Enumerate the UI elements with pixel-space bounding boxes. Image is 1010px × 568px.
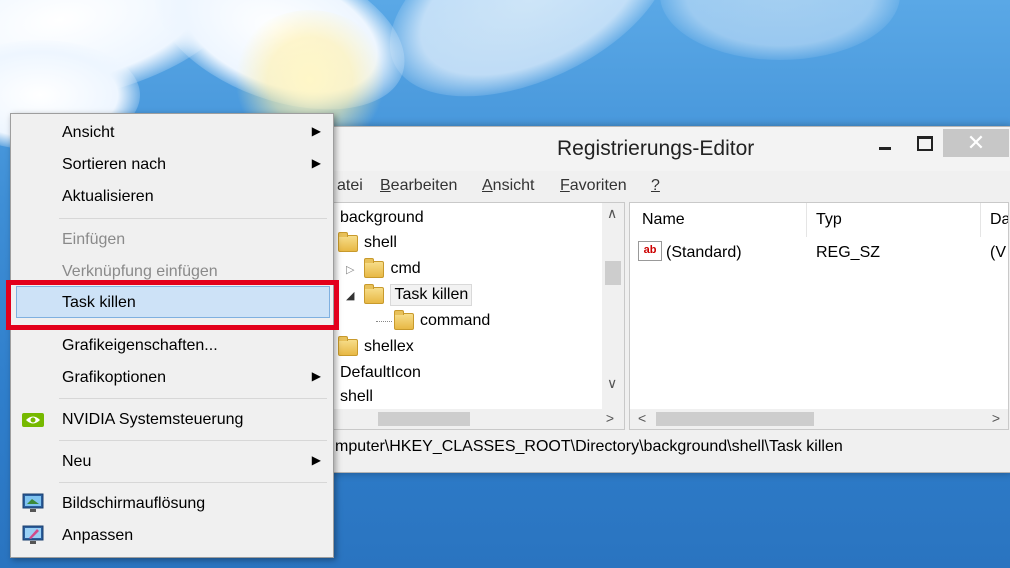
- menu-item-neu[interactable]: Neu ▶: [11, 448, 333, 476]
- tree-horizontal-scrollbar[interactable]: >: [322, 409, 624, 429]
- minimize-icon: [879, 146, 891, 150]
- close-button[interactable]: ✕: [943, 129, 1009, 157]
- tree-item-shellex[interactable]: shellex: [338, 335, 414, 359]
- column-header-type[interactable]: Typ: [816, 211, 842, 229]
- menu-item-einfuegen: Einfügen: [62, 231, 126, 248]
- maximize-icon: [917, 135, 933, 151]
- maximize-button[interactable]: [911, 129, 939, 157]
- scroll-down-icon[interactable]: ∨: [607, 375, 617, 392]
- menu-item-anpassen[interactable]: Anpassen: [11, 522, 333, 550]
- menu-item-ansicht[interactable]: Ansicht ▶: [11, 119, 333, 147]
- scroll-thumb[interactable]: [378, 412, 470, 426]
- menu-datei[interactable]: atei: [337, 177, 363, 195]
- menu-bearbeiten[interactable]: Bearbeiten: [380, 177, 457, 195]
- column-divider[interactable]: [980, 203, 981, 237]
- flower-petal: [360, 0, 700, 136]
- display-icon: [22, 493, 44, 512]
- menu-item-bildschirmaufloesung[interactable]: Bildschirmauflösung: [11, 490, 333, 518]
- submenu-arrow-icon: ▶: [311, 124, 321, 138]
- tree-item-shell[interactable]: shell: [340, 385, 373, 409]
- tree-item-cmd[interactable]: ▷ cmd: [346, 257, 421, 281]
- menu-item-grafikeigenschaften[interactable]: Grafikeigenschaften...: [11, 332, 333, 360]
- status-bar: mputer\HKEY_CLASSES_ROOT\Directory\backg…: [321, 433, 1010, 461]
- title-bar: Registrierungs-Editor ✕: [321, 127, 1010, 171]
- values-pane[interactable]: Name Typ Da ab (Standard) REG_SZ (V < >: [629, 202, 1009, 430]
- column-header-name[interactable]: Name: [642, 211, 685, 229]
- submenu-arrow-icon: ▶: [311, 369, 321, 383]
- registry-editor-window: Registrierungs-Editor ✕ atei Bearbeiten …: [320, 126, 1010, 473]
- menu-ansicht[interactable]: Ansicht: [482, 177, 534, 195]
- menu-separator: [59, 482, 327, 483]
- key-path: mputer\HKEY_CLASSES_ROOT\Directory\backg…: [335, 438, 843, 455]
- menu-item-sortieren-nach[interactable]: Sortieren nach ▶: [11, 151, 333, 179]
- tree-item-command[interactable]: command: [376, 309, 490, 333]
- scroll-right-icon[interactable]: >: [992, 410, 1000, 426]
- scroll-up-icon[interactable]: ∧: [607, 205, 617, 222]
- folder-icon: [364, 283, 385, 304]
- folder-icon: [338, 335, 358, 356]
- highlight-annotation-frame: [6, 280, 339, 330]
- menu-separator: [59, 440, 327, 441]
- scroll-thumb[interactable]: [605, 261, 621, 285]
- submenu-arrow-icon: ▶: [311, 156, 321, 170]
- menu-bar: atei Bearbeiten Ansicht Favoriten ?: [321, 175, 1010, 199]
- personalize-icon: [22, 525, 44, 544]
- folder-icon: [364, 257, 385, 278]
- menu-item-aktualisieren[interactable]: Aktualisieren: [11, 183, 333, 211]
- tree-vertical-scrollbar[interactable]: ∧ ∨: [602, 203, 624, 409]
- value-row[interactable]: ab (Standard) REG_SZ (V: [638, 241, 1008, 265]
- close-icon: ✕: [966, 130, 986, 155]
- menu-item-nvidia-systemsteuerung[interactable]: NVIDIA Systemsteuerung: [11, 406, 333, 434]
- minimize-button[interactable]: [871, 129, 899, 157]
- tree-item-task-killen[interactable]: ◢ Task killen: [346, 283, 473, 307]
- scroll-right-icon[interactable]: >: [606, 410, 614, 426]
- column-divider[interactable]: [806, 203, 807, 237]
- folder-icon: [394, 309, 414, 330]
- tree-item-defaulticon[interactable]: DefaultIcon: [340, 361, 421, 385]
- menu-item-grafikoptionen[interactable]: Grafikoptionen ▶: [11, 364, 333, 392]
- scroll-left-icon[interactable]: <: [638, 410, 646, 426]
- key-tree-pane[interactable]: background shell ▷ cmd ◢ Task killen comma…: [321, 202, 625, 430]
- collapse-icon[interactable]: ◢: [346, 289, 354, 302]
- menu-favoriten[interactable]: Favoriten: [560, 177, 627, 195]
- column-header-data[interactable]: Da: [990, 211, 1008, 229]
- expand-icon[interactable]: ▷: [346, 263, 354, 276]
- submenu-arrow-icon: ▶: [311, 453, 321, 467]
- tree-connector: [376, 320, 392, 322]
- menu-separator: [59, 218, 327, 219]
- tree-item-shell[interactable]: shell: [338, 231, 397, 255]
- folder-icon: [338, 231, 358, 252]
- desktop-context-menu: Ansicht ▶ Sortieren nach ▶ Aktualisieren…: [10, 113, 334, 558]
- string-value-icon: ab: [638, 241, 662, 261]
- menu-help[interactable]: ?: [651, 177, 660, 195]
- flower-petal: [660, 0, 900, 60]
- values-horizontal-scrollbar[interactable]: < >: [630, 409, 1008, 429]
- scroll-thumb[interactable]: [656, 412, 814, 426]
- nvidia-icon: [22, 413, 44, 427]
- menu-separator: [59, 398, 327, 399]
- window-title: Registrierungs-Editor: [557, 137, 755, 160]
- tree-item-background[interactable]: background: [340, 206, 424, 230]
